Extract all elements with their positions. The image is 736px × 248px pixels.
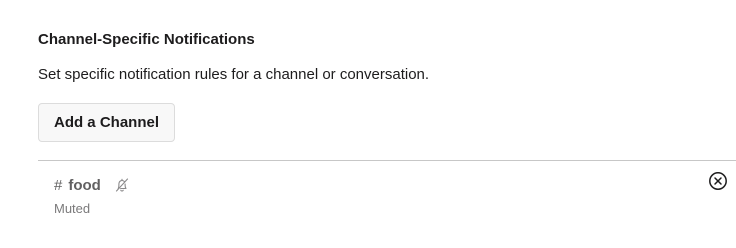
- section-title: Channel-Specific Notifications: [38, 31, 255, 48]
- section-description: Set specific notification rules for a ch…: [38, 66, 430, 83]
- channel-hash: #: [54, 176, 63, 194]
- add-channel-button[interactable]: Add a Channel: [38, 103, 175, 142]
- bell-slash-icon: [114, 177, 130, 193]
- channel-status: Muted: [54, 201, 91, 216]
- circle-x-icon: [708, 171, 728, 191]
- remove-channel-button[interactable]: [708, 171, 728, 191]
- channel-name: food: [68, 176, 101, 194]
- channel-label: # food: [54, 175, 130, 195]
- channel-row: # food Muted: [38, 161, 736, 231]
